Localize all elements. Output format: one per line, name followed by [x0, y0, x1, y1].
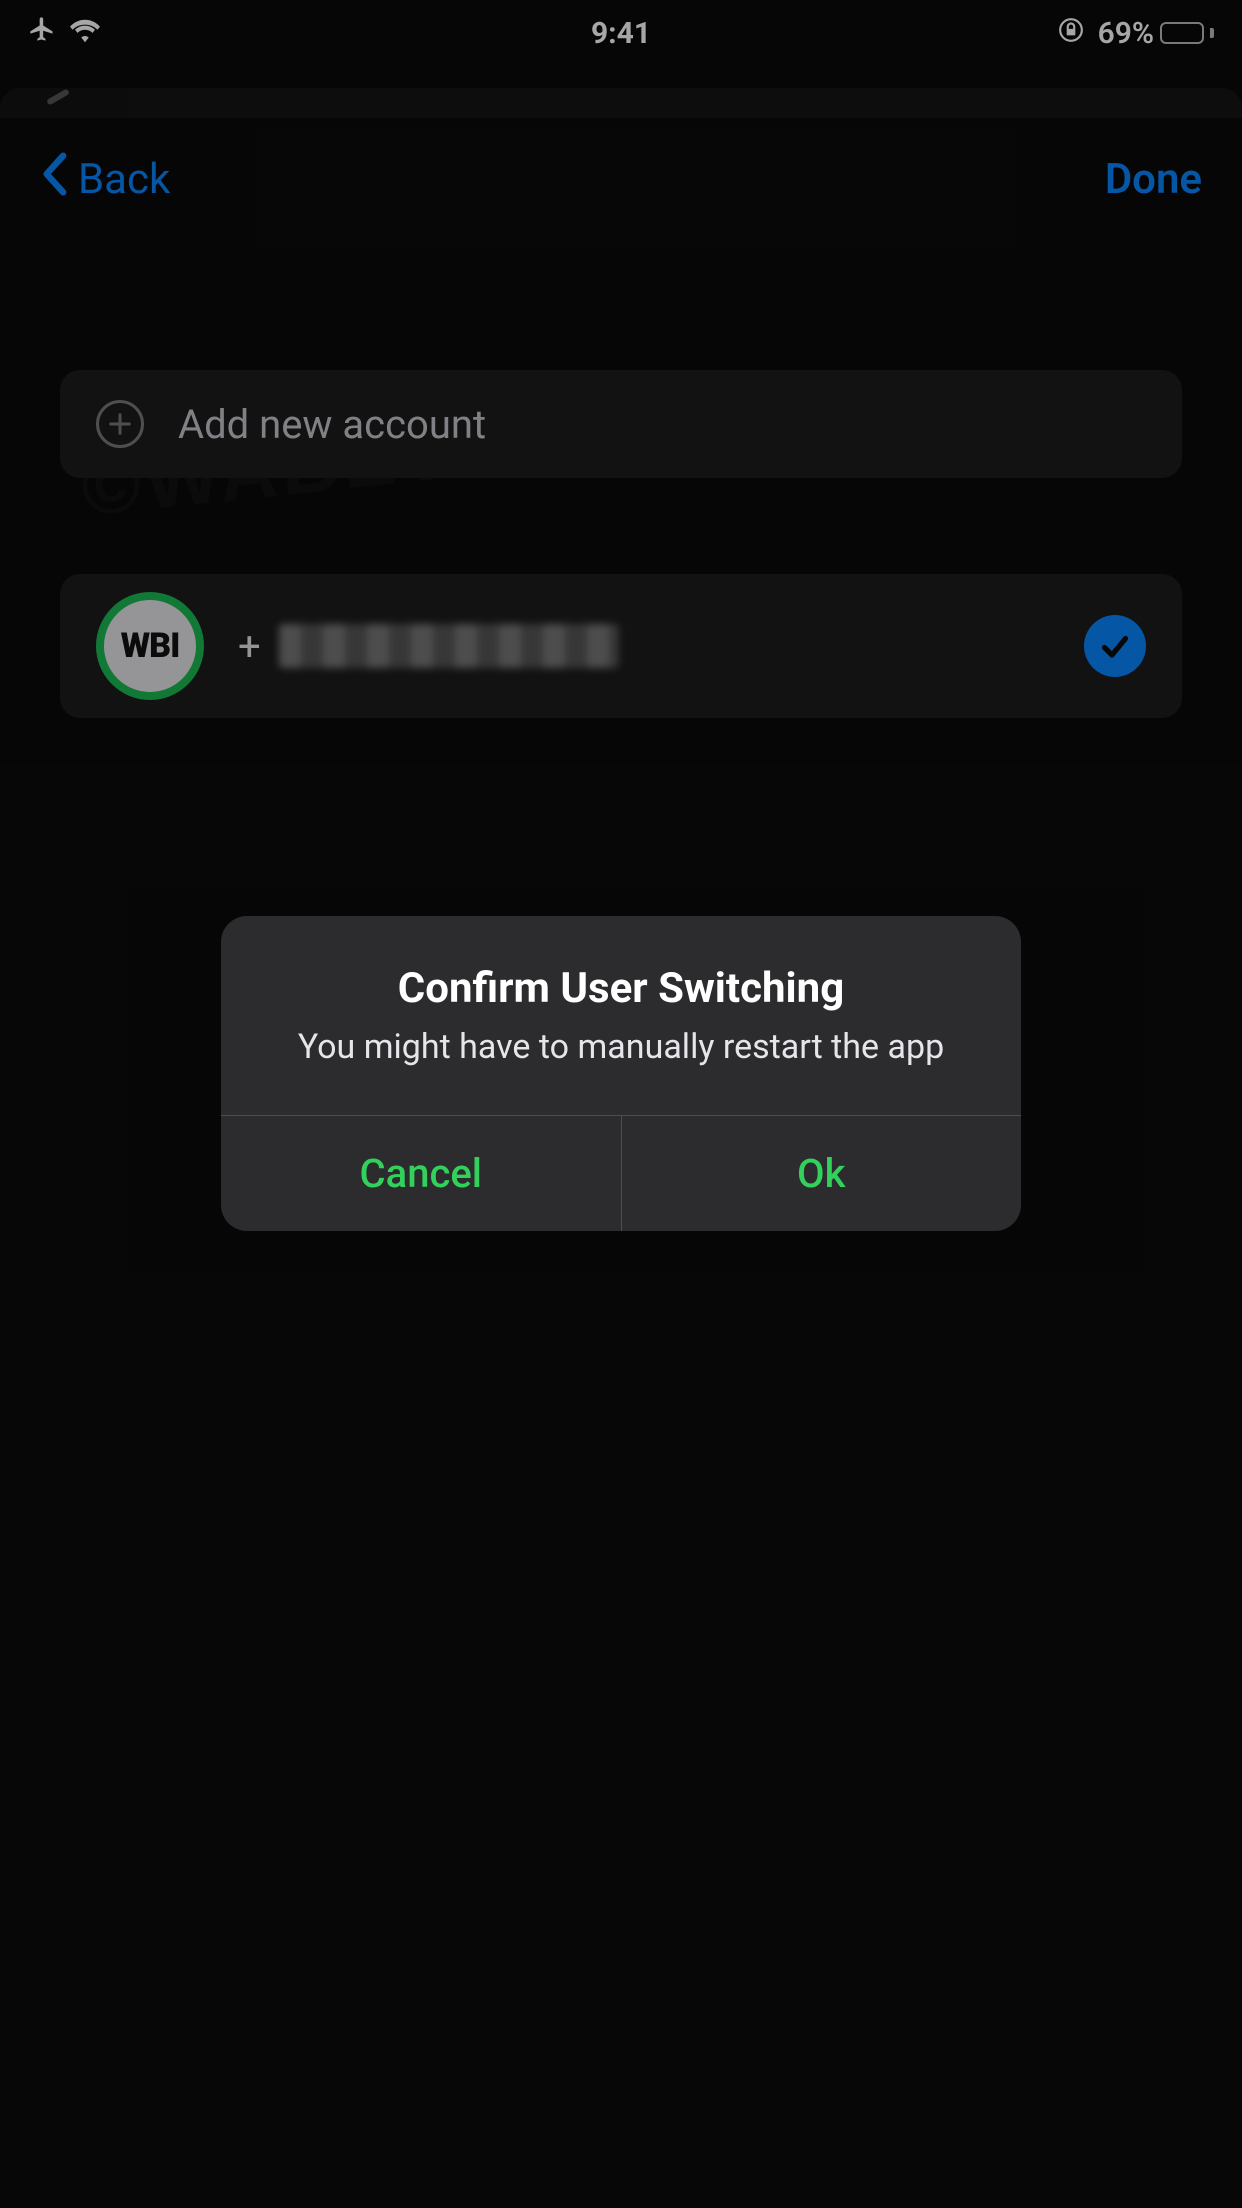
dialog-message: You might have to manually restart the a…: [265, 1025, 977, 1071]
confirm-dialog: Confirm User Switching You might have to…: [221, 916, 1021, 1231]
ok-button[interactable]: Ok: [621, 1116, 1022, 1231]
dialog-buttons: Cancel Ok: [221, 1115, 1021, 1231]
cancel-button[interactable]: Cancel: [221, 1116, 621, 1231]
dialog-body: Confirm User Switching You might have to…: [221, 916, 1021, 1115]
dialog-title: Confirm User Switching: [265, 964, 977, 1013]
